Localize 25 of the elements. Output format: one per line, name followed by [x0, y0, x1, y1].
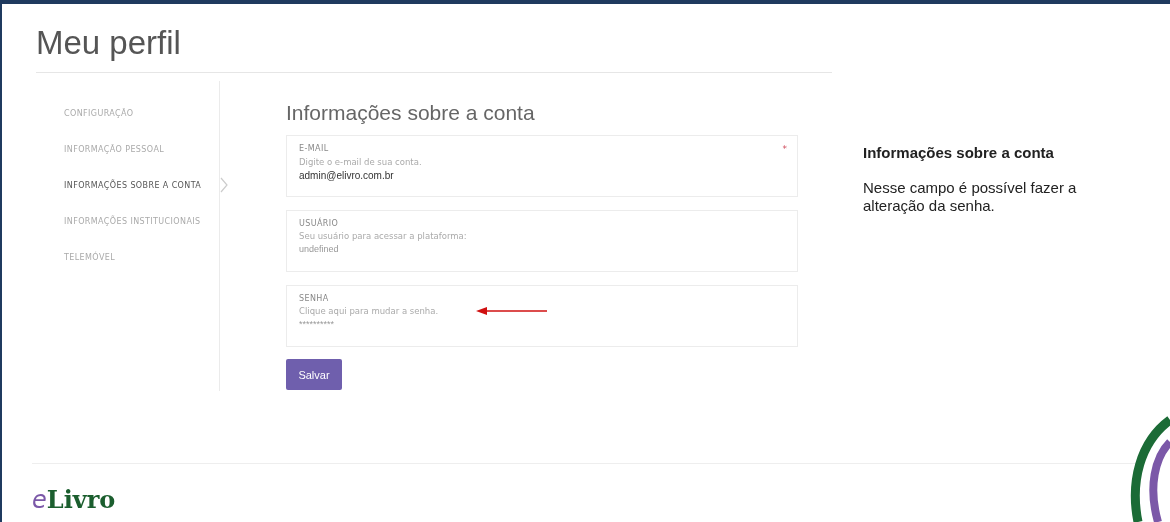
field-hint: Clique aqui para mudar a senha.	[299, 306, 439, 316]
nav-item[interactable]: INFORMAÇÃO PESSOAL	[64, 144, 165, 154]
required-mark: *	[782, 144, 787, 154]
nav-item[interactable]: INFORMAÇÕES INSTITUCIONAIS	[64, 216, 201, 226]
nav-item[interactable]: TELEMÓVEL	[64, 252, 116, 262]
note-text: Nesse campo é possível fazer a alteração da senha.	[863, 179, 1078, 215]
field-hint: Seu usuário para acessar a plataforma:	[299, 231, 467, 241]
form-field[interactable]: SENHA Clique aqui para mudar a senha. **********	[286, 285, 798, 347]
field-value: admin@elivro.com.br	[299, 170, 395, 181]
nav-item[interactable]: CONFIGURAÇÃO	[64, 108, 134, 118]
field-placeholder: undefined	[299, 244, 340, 254]
chevron-icon	[220, 177, 228, 193]
logo: eLivro	[32, 484, 116, 514]
nav-item[interactable]: INFORMAÇÕES SOBRE A CONTA	[64, 180, 202, 190]
form-field[interactable]: USUÁRIO Seu usuário para acessar a plataforma: undefined	[286, 210, 798, 272]
field-hint: Digite o e-mail de sua conta.	[299, 157, 422, 167]
field-label: E-MAIL	[299, 144, 329, 154]
note-title: Informações sobre a conta	[863, 144, 1055, 161]
section-title: Informações sobre a conta	[286, 101, 536, 125]
field-label: USUÁRIO	[299, 219, 339, 228]
page-title: Meu perfil	[36, 24, 832, 73]
form-field[interactable]: E-MAIL * Digite o e-mail de sua conta. admin@elivro.com.br	[286, 135, 798, 197]
field-label: SENHA	[299, 294, 329, 303]
save-button[interactable]: Salvar	[286, 359, 342, 390]
field-placeholder: **********	[299, 319, 336, 329]
